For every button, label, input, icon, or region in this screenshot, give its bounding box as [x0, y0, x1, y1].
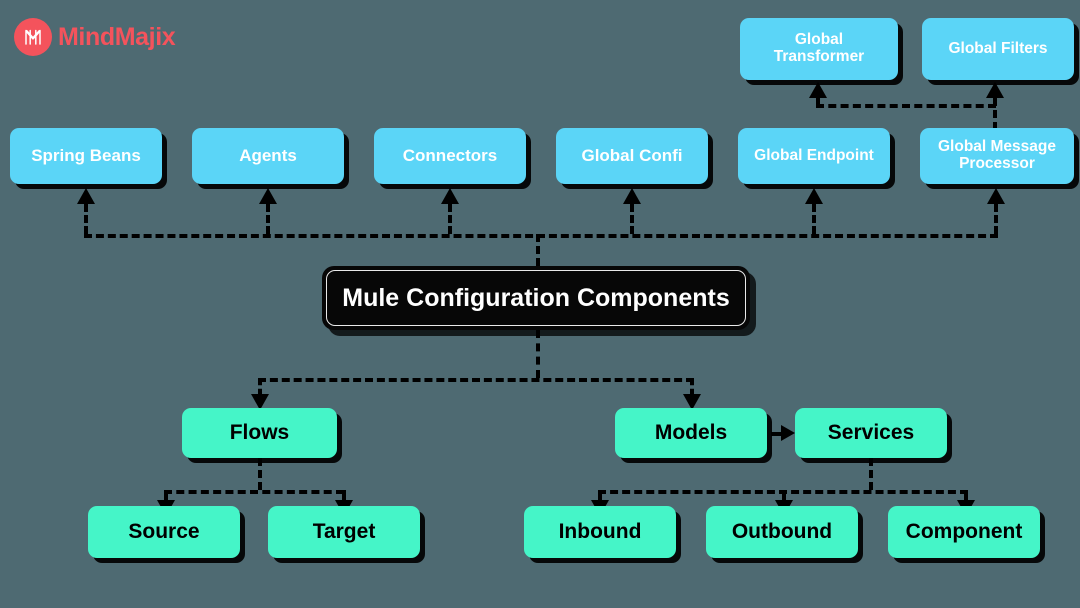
brand-logo: MindMajix	[14, 18, 176, 56]
arrowhead-to-global-transformer	[809, 82, 827, 98]
arrowhead-to-spring-beans	[77, 188, 95, 204]
edge-bus-global-top	[816, 104, 996, 108]
diagram-canvas: MindMajix Global Transformer Global Filt…	[0, 0, 1080, 608]
edge-root-to-config-bus	[536, 234, 540, 266]
edge-stub-spring-beans	[84, 204, 88, 234]
node-models[interactable]: Models	[615, 408, 767, 458]
brand-name: MindMajix	[58, 22, 176, 51]
arrowhead-to-global-message-processor	[987, 188, 1005, 204]
node-source[interactable]: Source	[88, 506, 240, 558]
edge-bus-config-row	[84, 234, 998, 238]
arrowhead-to-agents	[259, 188, 277, 204]
edge-root-to-branch-bus	[536, 330, 540, 378]
edge-services-to-leaf-bus	[869, 458, 873, 490]
root-node-label: Mule Configuration Components	[342, 283, 730, 312]
node-connectors[interactable]: Connectors	[374, 128, 526, 184]
node-inbound[interactable]: Inbound	[524, 506, 676, 558]
node-global-message-processor[interactable]: Global Message Processor	[920, 128, 1074, 184]
node-global-transformer[interactable]: Global Transformer	[740, 18, 898, 80]
edge-flows-to-leaf-bus	[258, 458, 262, 490]
node-global-endpoint[interactable]: Global Endpoint	[738, 128, 890, 184]
edge-stub-global-message-processor	[994, 204, 998, 234]
edge-stub-global-endpoint	[812, 204, 816, 234]
node-spring-beans[interactable]: Spring Beans	[10, 128, 162, 184]
node-flows[interactable]: Flows	[182, 408, 337, 458]
edge-stub-agents	[266, 204, 270, 234]
edge-stub-global-confi	[630, 204, 634, 234]
edge-gmp-to-global-bus	[993, 98, 997, 130]
arrowhead-to-services	[781, 425, 795, 441]
node-outbound[interactable]: Outbound	[706, 506, 858, 558]
node-global-filters[interactable]: Global Filters	[922, 18, 1074, 80]
node-target[interactable]: Target	[268, 506, 420, 558]
mindmajix-m-monogram-icon	[14, 18, 52, 56]
edge-bus-flows-leaves	[164, 490, 344, 494]
arrowhead-to-global-confi	[623, 188, 641, 204]
node-agents[interactable]: Agents	[192, 128, 344, 184]
node-mule-configuration-components[interactable]: Mule Configuration Components	[322, 266, 750, 330]
arrowhead-to-global-filters	[986, 82, 1004, 98]
node-component[interactable]: Component	[888, 506, 1040, 558]
edge-stub-connectors	[448, 204, 452, 234]
arrowhead-to-global-endpoint	[805, 188, 823, 204]
node-global-confi[interactable]: Global Confi	[556, 128, 708, 184]
arrowhead-to-connectors	[441, 188, 459, 204]
edge-bus-branch-row	[258, 378, 694, 382]
node-services[interactable]: Services	[795, 408, 947, 458]
